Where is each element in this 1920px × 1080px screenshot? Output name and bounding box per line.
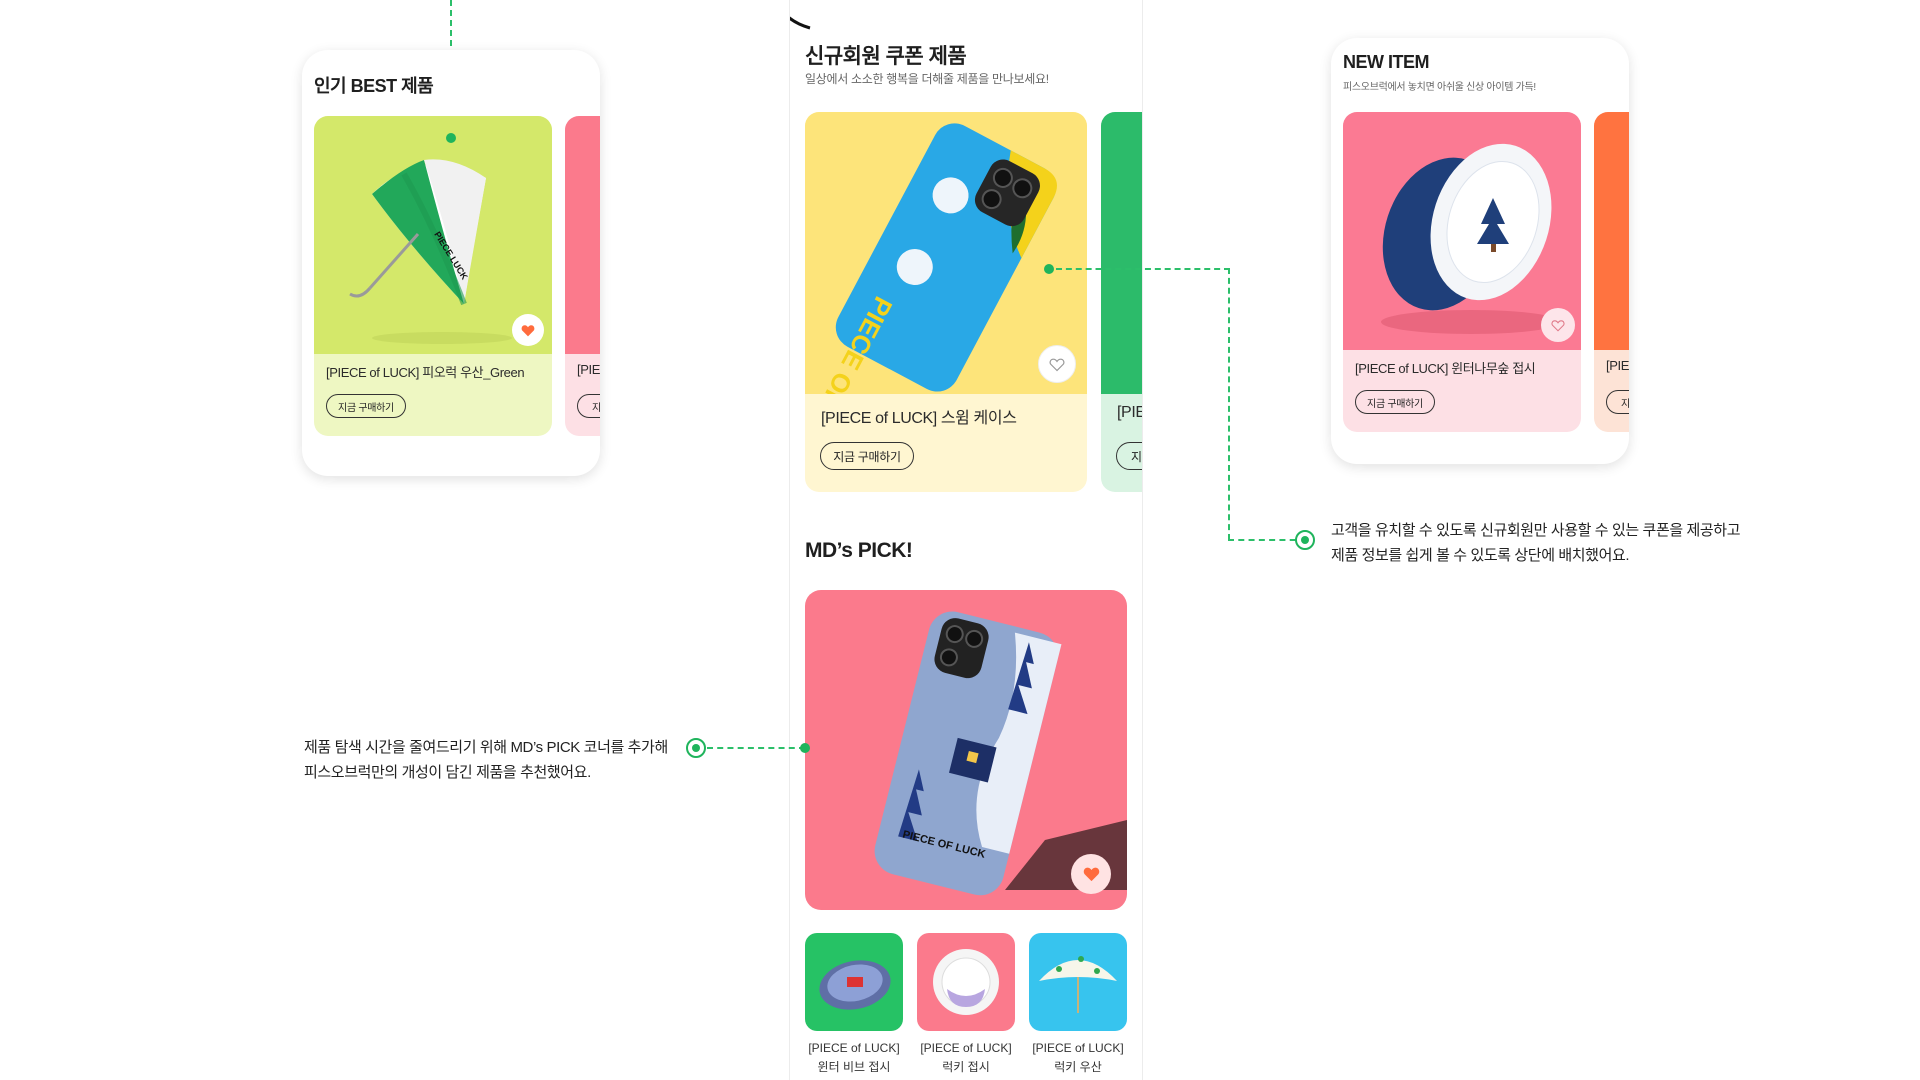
new-item-panel: NEW ITEM 피스오브럭에서 놓치면 아쉬울 신상 아이템 가득! [PIE… bbox=[1331, 38, 1629, 464]
coupon-peek-buy-button[interactable]: 지 bbox=[1116, 442, 1142, 470]
new-item-product-image bbox=[1343, 112, 1581, 350]
best-peek-buy-button[interactable]: 지 bbox=[577, 394, 600, 418]
coupon-like-button[interactable] bbox=[1038, 345, 1076, 383]
coupon-connector-dot bbox=[1044, 264, 1054, 274]
coupon-product-image: PIECE OF LUCK bbox=[805, 112, 1087, 394]
best-buy-button[interactable]: 지금 구매하기 bbox=[326, 394, 406, 418]
best-peek-name: [PIE bbox=[577, 362, 600, 377]
best-peek-card[interactable]: [PIE 지 bbox=[565, 116, 600, 436]
coupon-connector-ring bbox=[1295, 530, 1315, 550]
new-item-subtitle: 피스오브럭에서 놓치면 아쉬울 신상 아이템 가득! bbox=[1343, 82, 1536, 93]
plate-illustration bbox=[933, 949, 999, 1015]
md-pick-thumb-2[interactable]: [PIECE of LUCK] 럭키 접시 bbox=[917, 933, 1015, 1075]
md-pick-thumb-line1: [PIECE of LUCK] bbox=[1032, 1041, 1124, 1055]
md-pick-title: MD’s PICK! bbox=[805, 539, 913, 562]
md-pick-thumb-line1: [PIECE of LUCK] bbox=[920, 1041, 1012, 1055]
md-pick-thumb-line2: 럭키 우산 bbox=[1054, 1060, 1102, 1074]
coupon-subtitle: 일상에서 소소한 행복을 더해줄 제품을 만나보세요! bbox=[805, 72, 1049, 86]
coupon-title: 신규회원 쿠폰 제품 bbox=[805, 45, 967, 68]
plate-illustration bbox=[819, 960, 891, 1010]
coupon-product-name: [PIECE of LUCK] 스윔 케이스 bbox=[821, 410, 1017, 427]
best-panel: 인기 BEST 제품 PIECE LUCK [PIECE of LUCK] 피오… bbox=[302, 50, 600, 476]
md-pick-thumb-image bbox=[805, 933, 903, 1031]
new-item-title: NEW ITEM bbox=[1343, 52, 1430, 72]
md-pick-thumb-image bbox=[1029, 933, 1127, 1031]
md-pick-thumb-image bbox=[917, 933, 1015, 1031]
new-item-like-button[interactable] bbox=[1541, 308, 1575, 342]
best-panel-title: 인기 BEST 제품 bbox=[314, 76, 434, 96]
new-item-peek-buy-button[interactable]: 지 bbox=[1606, 390, 1629, 414]
best-connector-dot bbox=[446, 133, 456, 143]
coupon-product-card[interactable]: PIECE OF LUCK [PIECE of LUCK] 스윔 케이스 지금 … bbox=[805, 112, 1087, 492]
heart-filled-icon bbox=[521, 324, 535, 336]
new-item-peek-name: [PIE bbox=[1606, 358, 1629, 373]
heart-outline-icon bbox=[1551, 319, 1565, 331]
coupon-annotation-line-1: 고객을 유치할 수 있도록 신규회원만 사용할 수 있는 쿠폰을 제공하고 bbox=[1331, 522, 1741, 539]
coupon-annotation-line-2: 제품 정보를 쉽게 볼 수 있도록 상단에 배치했어요. bbox=[1331, 547, 1630, 564]
new-item-product-name: [PIECE of LUCK] 윈터나무숲 접시 bbox=[1355, 361, 1536, 376]
mdpick-annotation-line-2: 피스오브럭만의 개성이 담긴 제품을 추천했어요. bbox=[304, 764, 591, 781]
top-decoration bbox=[790, 16, 811, 30]
coupon-peek-image bbox=[1101, 112, 1142, 394]
new-item-product-card[interactable]: [PIECE of LUCK] 윈터나무숲 접시 지금 구매하기 bbox=[1343, 112, 1581, 432]
new-item-peek-card[interactable]: [PIE 지 bbox=[1594, 112, 1629, 432]
mobile-screen: 신규회원 쿠폰 제품 일상에서 소소한 행복을 더해줄 제품을 만나보세요! P… bbox=[789, 0, 1143, 1080]
best-product-image: PIECE LUCK bbox=[314, 116, 552, 354]
best-like-button[interactable] bbox=[512, 314, 544, 346]
new-item-peek-image bbox=[1594, 112, 1629, 350]
best-peek-image bbox=[565, 116, 600, 354]
coupon-buy-button[interactable]: 지금 구매하기 bbox=[820, 442, 914, 470]
best-product-card[interactable]: PIECE LUCK [PIECE of LUCK] 피오럭 우산_Green … bbox=[314, 116, 552, 436]
md-pick-main-card[interactable]: PIECE OF LUCK bbox=[805, 590, 1127, 910]
heart-outline-icon bbox=[1049, 358, 1065, 371]
coupon-connector-line-top bbox=[1056, 268, 1230, 270]
coupon-annotation: 고객을 유치할 수 있도록 신규회원만 사용할 수 있는 쿠폰을 제공하고 제품… bbox=[1331, 518, 1741, 568]
new-item-buy-button[interactable]: 지금 구매하기 bbox=[1355, 390, 1435, 414]
mdpick-connector-line bbox=[707, 747, 805, 749]
md-pick-thumb-line1: [PIECE of LUCK] bbox=[808, 1041, 900, 1055]
coupon-connector-line-vertical bbox=[1228, 268, 1230, 540]
md-pick-thumb-3[interactable]: [PIECE of LUCK] 럭키 우산 bbox=[1029, 933, 1127, 1075]
mdpick-annotation: 제품 탐색 시간을 줄여드리기 위해 MD’s PICK 코너를 추가해 피스오… bbox=[304, 735, 668, 785]
mdpick-connector-dot bbox=[800, 743, 810, 753]
md-pick-thumb-line2: 럭키 접시 bbox=[942, 1060, 990, 1074]
coupon-peek-card[interactable]: [PIE 지 bbox=[1101, 112, 1143, 492]
md-pick-thumb-1[interactable]: [PIECE of LUCK] 윈터 비브 접시 bbox=[805, 933, 903, 1075]
best-product-name: [PIECE of LUCK] 피오럭 우산_Green bbox=[326, 365, 525, 380]
heart-filled-icon bbox=[1083, 867, 1099, 882]
mdpick-annotation-line-1: 제품 탐색 시간을 줄여드리기 위해 MD’s PICK 코너를 추가해 bbox=[304, 739, 668, 756]
umbrella-illustration bbox=[1039, 956, 1117, 1013]
mdpick-connector-ring bbox=[686, 738, 706, 758]
md-pick-thumb-line2: 윈터 비브 접시 bbox=[817, 1060, 891, 1074]
coupon-peek-name: [PIE bbox=[1117, 404, 1143, 421]
md-pick-like-button[interactable] bbox=[1071, 854, 1111, 894]
